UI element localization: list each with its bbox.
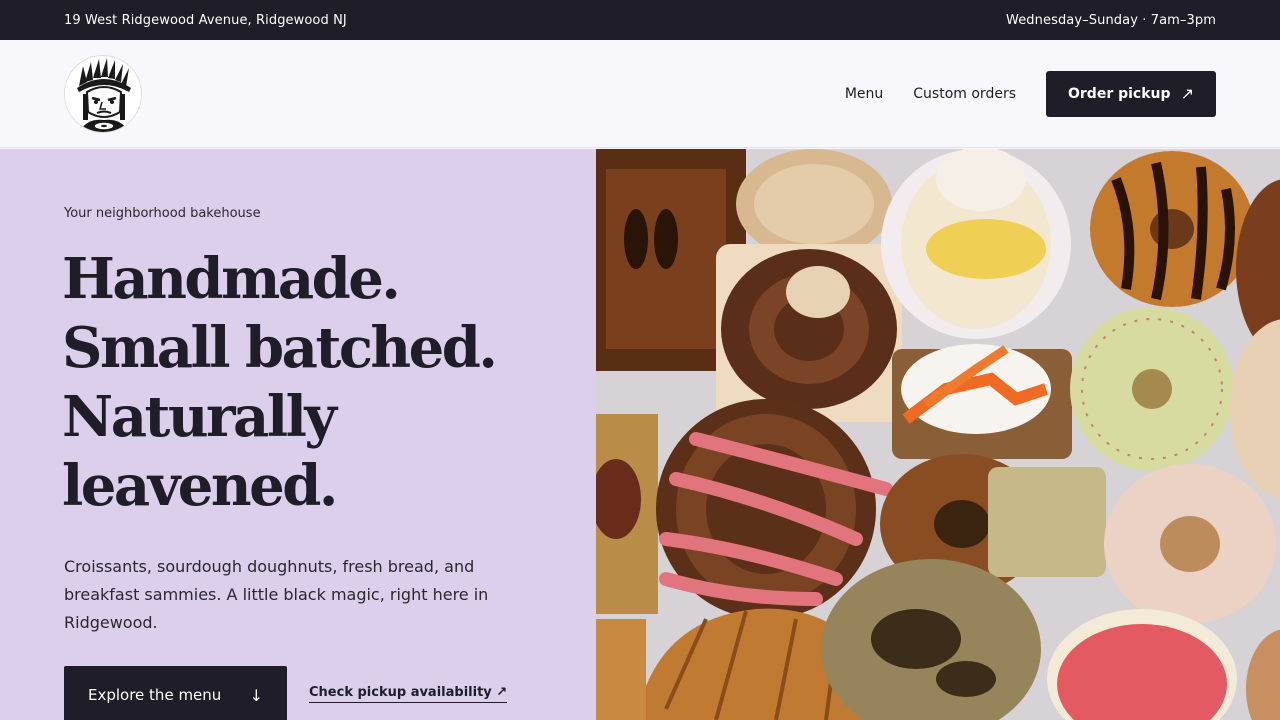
hero-eyebrow: Your neighborhood bakehouse — [64, 206, 261, 221]
nav-link-menu[interactable]: Menu — [845, 86, 883, 102]
arrow-down-icon: ↓ — [249, 685, 263, 705]
main-nav: Menu Custom orders Order pickup ↗ — [845, 70, 1216, 117]
explore-menu-label: Explore the menu — [88, 686, 222, 704]
explore-menu-button[interactable]: Explore the menu ↓ — [64, 666, 287, 720]
check-pickup-link[interactable]: Check pickup availability ↗ — [309, 685, 508, 703]
pastry-tray-photo — [596, 149, 1280, 720]
headline-line-1: Handmade. — [62, 246, 401, 312]
site-header: Menu Custom orders Order pickup ↗ — [0, 40, 1280, 148]
hours-text: Wednesday–Sunday · 7am–3pm — [1006, 12, 1216, 28]
order-pickup-button[interactable]: Order pickup ↗ — [1046, 70, 1216, 117]
top-info-bar: 19 West Ridgewood Avenue, Ridgewood NJ W… — [0, 0, 1280, 40]
arrow-up-right-icon: ↗ — [496, 685, 508, 700]
hero-description: Croissants, sourdough doughnuts, fresh b… — [64, 557, 489, 632]
hero-text-panel: Your neighborhood bakehouse Handmade. Sm… — [0, 149, 596, 720]
headline-line-2: Small batched. — [62, 315, 498, 381]
headline-line-3: Naturally — [62, 384, 337, 450]
order-pickup-label: Order pickup — [1068, 85, 1171, 102]
headline-line-4: leavened. — [62, 453, 338, 519]
hero-headline: Handmade. Small batched. Naturally leave… — [62, 245, 582, 521]
nav-link-custom-orders[interactable]: Custom orders — [913, 86, 1016, 102]
address-text: 19 West Ridgewood Avenue, Ridgewood NJ — [64, 12, 347, 28]
arrow-up-right-icon: ↗ — [1180, 84, 1194, 103]
bakery-mascot-logo[interactable] — [64, 54, 142, 133]
check-pickup-label: Check pickup availability — [309, 685, 492, 700]
